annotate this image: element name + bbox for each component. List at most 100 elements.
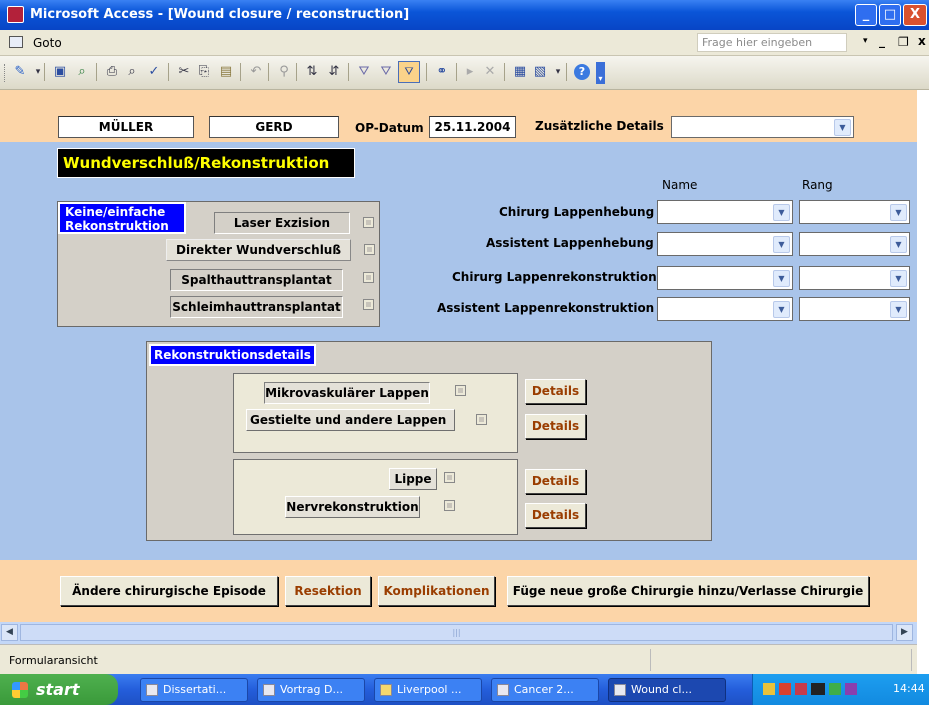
help-dropdown-icon[interactable]: ▾	[863, 36, 868, 46]
microvascular-flap-checkbox[interactable]	[455, 385, 466, 396]
title-bar[interactable]: Microsoft Access - [Wound closure / reco…	[0, 0, 929, 30]
lip-details-button[interactable]: Details	[525, 469, 586, 494]
print-preview-icon[interactable]: ⌕	[124, 64, 140, 80]
assistant-flap-reconstruction-name[interactable]: ▼	[657, 297, 793, 321]
windows-logo-icon	[12, 682, 28, 698]
change-episode-button[interactable]: Ändere chirurgische Episode	[60, 576, 278, 606]
menu-bar: Goto Frage hier eingeben ▾ _ ❐ x	[0, 30, 929, 56]
sort-ascending-icon[interactable]: ⇅	[304, 64, 320, 80]
close-button[interactable]: X	[903, 4, 927, 26]
assistant-flap-raising-rank[interactable]: ▼	[799, 232, 910, 256]
chevron-down-icon[interactable]: ▼	[773, 270, 790, 287]
taskbar-item-liverpool[interactable]: Liverpool ...	[374, 678, 482, 702]
doc-restore-button[interactable]: ❐	[898, 35, 909, 49]
chevron-down-icon[interactable]: ▼	[773, 301, 790, 318]
help-icon[interactable]: ?	[574, 64, 590, 80]
view-icon[interactable]: ✎	[12, 64, 28, 80]
resection-button[interactable]: Resektion	[285, 576, 371, 606]
horizontal-scrollbar[interactable]: ◀ ||| ▶	[0, 622, 917, 644]
taskbar-item-wound[interactable]: Wound cl...	[608, 678, 726, 702]
tray-alert-icon[interactable]	[795, 683, 807, 695]
scroll-right-icon[interactable]: ▶	[896, 624, 913, 641]
undo-icon[interactable]: ↶	[248, 64, 264, 80]
toolbar-options-icon[interactable]: ▾	[596, 62, 605, 84]
doc-close-button[interactable]: x	[918, 34, 926, 48]
surgeon-flap-reconstruction-rank[interactable]: ▼	[799, 266, 910, 290]
filter-form-icon[interactable]: ⛛	[378, 64, 394, 80]
surgeon-flap-raising-name[interactable]: ▼	[657, 200, 793, 224]
scroll-thumb[interactable]: |||	[20, 624, 893, 641]
tray-tool-icon[interactable]	[829, 683, 841, 695]
nerve-reconstruction-label: Nervrekonstruktion	[285, 496, 420, 518]
database-window-icon[interactable]: ▦	[512, 64, 528, 80]
form-icon	[614, 684, 626, 696]
search-file-icon[interactable]: ⌕	[74, 64, 90, 80]
form-doc-icon[interactable]	[9, 36, 23, 48]
hyperlink-icon[interactable]: ⚲	[276, 64, 292, 80]
assistant-flap-reconstruction-rank[interactable]: ▼	[799, 297, 910, 321]
menu-goto[interactable]: Goto	[33, 36, 62, 50]
toolbar: ✎ ▾ ▣ ⌕ ⎙ ⌕ ✓ ✂ ⎘ ▤ ↶ ⚲ ⇅ ⇵ ⛛ ⛛ ⛛ ⚭ ▸ ✕ …	[0, 56, 929, 90]
simple-reconstruction-tag: Keine/einfache Rekonstruktion	[58, 202, 186, 234]
apply-filter-button[interactable]: ⛛	[398, 61, 420, 83]
surgeon-flap-raising-rank[interactable]: ▼	[799, 200, 910, 224]
paste-icon[interactable]: ▤	[218, 64, 234, 80]
form-area: MÜLLER GERD OP-Datum 25.11.2004 Zusätzli…	[0, 90, 917, 622]
save-icon[interactable]: ▣	[52, 64, 68, 80]
mucosa-graft-checkbox[interactable]	[363, 299, 374, 310]
pedicled-flap-checkbox[interactable]	[476, 414, 487, 425]
direct-closure-checkbox[interactable]	[364, 244, 375, 255]
split-skin-label: Spalthauttransplantat	[170, 269, 343, 291]
taskbar-item-dissertation[interactable]: Dissertati...	[140, 678, 248, 702]
doc-minimize-button[interactable]: _	[879, 34, 885, 48]
help-question-input[interactable]: Frage hier eingeben	[697, 33, 847, 52]
chevron-down-icon[interactable]: ▼	[890, 270, 907, 287]
additional-details-label: Zusätzliche Details	[535, 119, 664, 133]
access-app-icon[interactable]	[7, 6, 24, 23]
complications-button[interactable]: Komplikationen	[378, 576, 495, 606]
chevron-down-icon[interactable]: ▼	[890, 204, 907, 221]
maximize-button[interactable]: □	[879, 4, 901, 26]
chevron-down-icon[interactable]: ▼	[834, 119, 851, 136]
filter-selection-icon[interactable]: ⛛	[356, 64, 372, 80]
delete-record-icon[interactable]: ✕	[482, 64, 498, 80]
chevron-down-icon[interactable]: ▼	[890, 301, 907, 318]
add-major-surgery-button[interactable]: Füge neue große Chirurgie hinzu/Verlasse…	[507, 576, 869, 606]
sort-descending-icon[interactable]: ⇵	[326, 64, 342, 80]
copy-icon[interactable]: ⎘	[196, 64, 212, 80]
surgeon-flap-reconstruction-name[interactable]: ▼	[657, 266, 793, 290]
nerve-reconstruction-checkbox[interactable]	[444, 500, 455, 511]
assistant-flap-reconstruction-label: Assistent Lappenrekonstruktion	[437, 301, 655, 315]
firstname-field[interactable]: GERD	[209, 116, 339, 138]
chevron-down-icon[interactable]: ▼	[773, 236, 790, 253]
scroll-left-icon[interactable]: ◀	[1, 624, 18, 641]
lip-checkbox[interactable]	[444, 472, 455, 483]
taskbar-item-vortrag[interactable]: Vortrag D...	[257, 678, 365, 702]
microvascular-details-button[interactable]: Details	[525, 379, 586, 404]
surname-field[interactable]: MÜLLER	[58, 116, 194, 138]
tray-network-icon[interactable]	[763, 683, 775, 695]
pedicled-details-button[interactable]: Details	[525, 414, 586, 439]
new-record-icon[interactable]: ▸	[462, 64, 478, 80]
print-icon[interactable]: ⎙	[104, 64, 120, 80]
additional-details-dropdown[interactable]: ▼	[671, 116, 854, 138]
chevron-down-icon[interactable]: ▼	[890, 236, 907, 253]
new-object-dropdown-icon[interactable]: ▾	[550, 64, 566, 80]
spelling-icon[interactable]: ✓	[146, 64, 162, 80]
assistant-flap-raising-name[interactable]: ▼	[657, 232, 793, 256]
tray-security-icon[interactable]	[779, 683, 791, 695]
new-object-icon[interactable]: ▧	[532, 64, 548, 80]
split-skin-checkbox[interactable]	[363, 272, 374, 283]
find-icon[interactable]: ⚭	[434, 64, 450, 80]
laser-excision-checkbox[interactable]	[363, 217, 374, 228]
tray-app-icon[interactable]	[845, 683, 857, 695]
flap-group-box: Mikrovaskulärer Lappen Gestielte und and…	[233, 373, 518, 453]
taskbar-item-cancer[interactable]: Cancer 2...	[491, 678, 599, 702]
status-panels	[650, 649, 912, 671]
chevron-down-icon[interactable]: ▼	[773, 204, 790, 221]
op-date-field[interactable]: 25.11.2004	[429, 116, 516, 138]
nerve-details-button[interactable]: Details	[525, 503, 586, 528]
tray-device-icon[interactable]	[811, 683, 825, 695]
cut-icon[interactable]: ✂	[176, 64, 192, 80]
minimize-button[interactable]: _	[855, 4, 877, 26]
